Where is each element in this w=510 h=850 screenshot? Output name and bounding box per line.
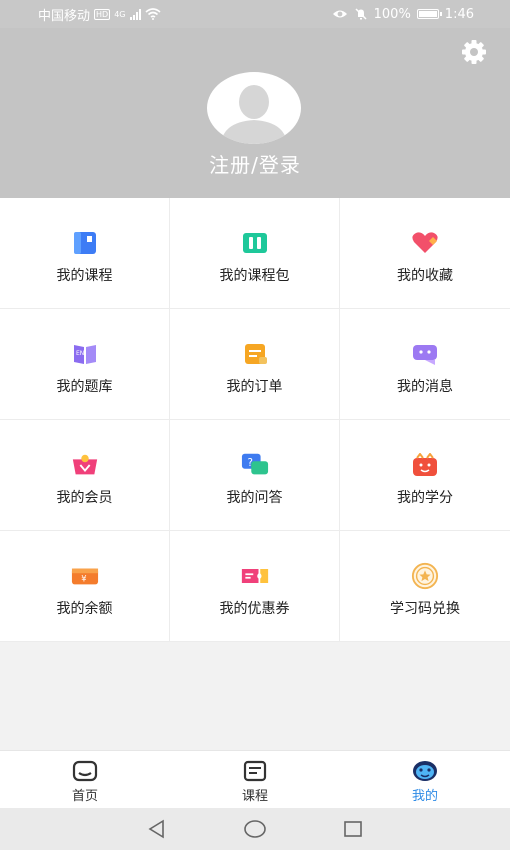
home-circle-icon[interactable] bbox=[243, 818, 267, 840]
login-register-link[interactable]: 注册/登录 bbox=[0, 149, 510, 178]
svg-text:¥: ¥ bbox=[81, 574, 86, 584]
menu-item-label: 我的收藏 bbox=[397, 268, 453, 284]
tab-home[interactable]: 首页 bbox=[0, 751, 170, 809]
course-icon bbox=[243, 760, 267, 782]
profile-face-icon bbox=[413, 761, 437, 781]
menu-item-label: 我的订单 bbox=[226, 379, 283, 395]
heart-icon bbox=[411, 231, 439, 255]
clock: 1:46 bbox=[444, 6, 474, 22]
menu-item-my-question-bank[interactable]: EN 我的题库 bbox=[0, 309, 170, 420]
menu-item-label: 我的学分 bbox=[397, 490, 453, 506]
message-icon bbox=[411, 342, 439, 366]
menu-item-my-courses[interactable]: 我的课程 bbox=[0, 198, 170, 309]
recents-icon[interactable] bbox=[342, 818, 364, 840]
hd-badge: HD bbox=[94, 8, 111, 20]
back-icon[interactable] bbox=[146, 818, 168, 840]
tab-courses[interactable]: 课程 bbox=[170, 751, 340, 809]
menu-item-label: 我的优惠券 bbox=[219, 601, 290, 617]
menu-item-label: 我的课程包 bbox=[219, 268, 290, 284]
course-package-icon bbox=[241, 231, 269, 255]
profile-header: 注册/登录 bbox=[0, 28, 510, 198]
network-label: 4G bbox=[114, 9, 126, 19]
status-bar: 中国移动 HD 4G 100% 1:46 bbox=[0, 0, 510, 28]
menu-item-my-balance[interactable]: ¥ 我的余额 bbox=[0, 531, 170, 642]
system-navigation-bar bbox=[0, 808, 510, 850]
menu-item-study-code-redeem[interactable]: 学习码兑换 bbox=[340, 531, 510, 642]
qa-icon: ? bbox=[241, 453, 269, 477]
order-icon bbox=[241, 342, 269, 366]
course-book-icon bbox=[71, 231, 99, 255]
menu-item-my-membership[interactable]: 我的会员 bbox=[0, 420, 170, 531]
question-bank-icon: EN bbox=[71, 342, 99, 366]
menu-item-label: 学习码兑换 bbox=[390, 601, 460, 617]
menu-item-my-course-packages[interactable]: 我的课程包 bbox=[170, 198, 340, 309]
credit-icon bbox=[411, 453, 439, 477]
bottom-tab-bar: 首页 课程 我的 bbox=[0, 750, 510, 809]
membership-icon bbox=[71, 453, 99, 477]
menu-item-label: 我的问答 bbox=[226, 490, 283, 506]
mute-bell-icon bbox=[355, 8, 367, 20]
avatar[interactable] bbox=[207, 72, 301, 144]
menu-grid: 我的课程 我的课程包 我的收藏 EN 我的题库 我的订单 我的消息 我的会员 ?… bbox=[0, 198, 510, 642]
menu-item-my-favorites[interactable]: 我的收藏 bbox=[340, 198, 510, 309]
tab-label: 课程 bbox=[241, 789, 268, 804]
menu-item-label: 我的消息 bbox=[397, 379, 453, 395]
gear-icon[interactable] bbox=[460, 38, 488, 66]
battery-icon bbox=[416, 9, 442, 19]
menu-item-my-qa[interactable]: ? 我的问答 bbox=[170, 420, 340, 531]
svg-text:?: ? bbox=[247, 457, 252, 469]
coupon-icon bbox=[241, 564, 269, 588]
signal-icon bbox=[129, 8, 141, 20]
battery-percent: 100% bbox=[373, 6, 411, 22]
tab-mine[interactable]: 我的 bbox=[340, 751, 510, 809]
balance-icon: ¥ bbox=[71, 564, 99, 588]
default-avatar-icon bbox=[221, 85, 287, 144]
menu-item-my-coupons[interactable]: 我的优惠券 bbox=[170, 531, 340, 642]
menu-item-my-orders[interactable]: 我的订单 bbox=[170, 309, 340, 420]
menu-item-label: 我的题库 bbox=[56, 379, 113, 395]
carrier-label: 中国移动 bbox=[38, 8, 91, 24]
menu-item-label: 我的课程 bbox=[56, 268, 113, 284]
home-icon bbox=[72, 760, 98, 782]
eye-icon bbox=[332, 10, 347, 18]
star-coin-icon bbox=[411, 562, 439, 590]
tab-label: 我的 bbox=[411, 789, 438, 804]
svg-text:EN: EN bbox=[76, 350, 84, 357]
menu-item-label: 我的余额 bbox=[56, 601, 113, 617]
menu-item-label: 我的会员 bbox=[56, 490, 113, 506]
tab-label: 首页 bbox=[71, 789, 98, 804]
menu-item-my-credits[interactable]: 我的学分 bbox=[340, 420, 510, 531]
menu-item-my-messages[interactable]: 我的消息 bbox=[340, 309, 510, 420]
wifi-icon bbox=[144, 8, 161, 20]
